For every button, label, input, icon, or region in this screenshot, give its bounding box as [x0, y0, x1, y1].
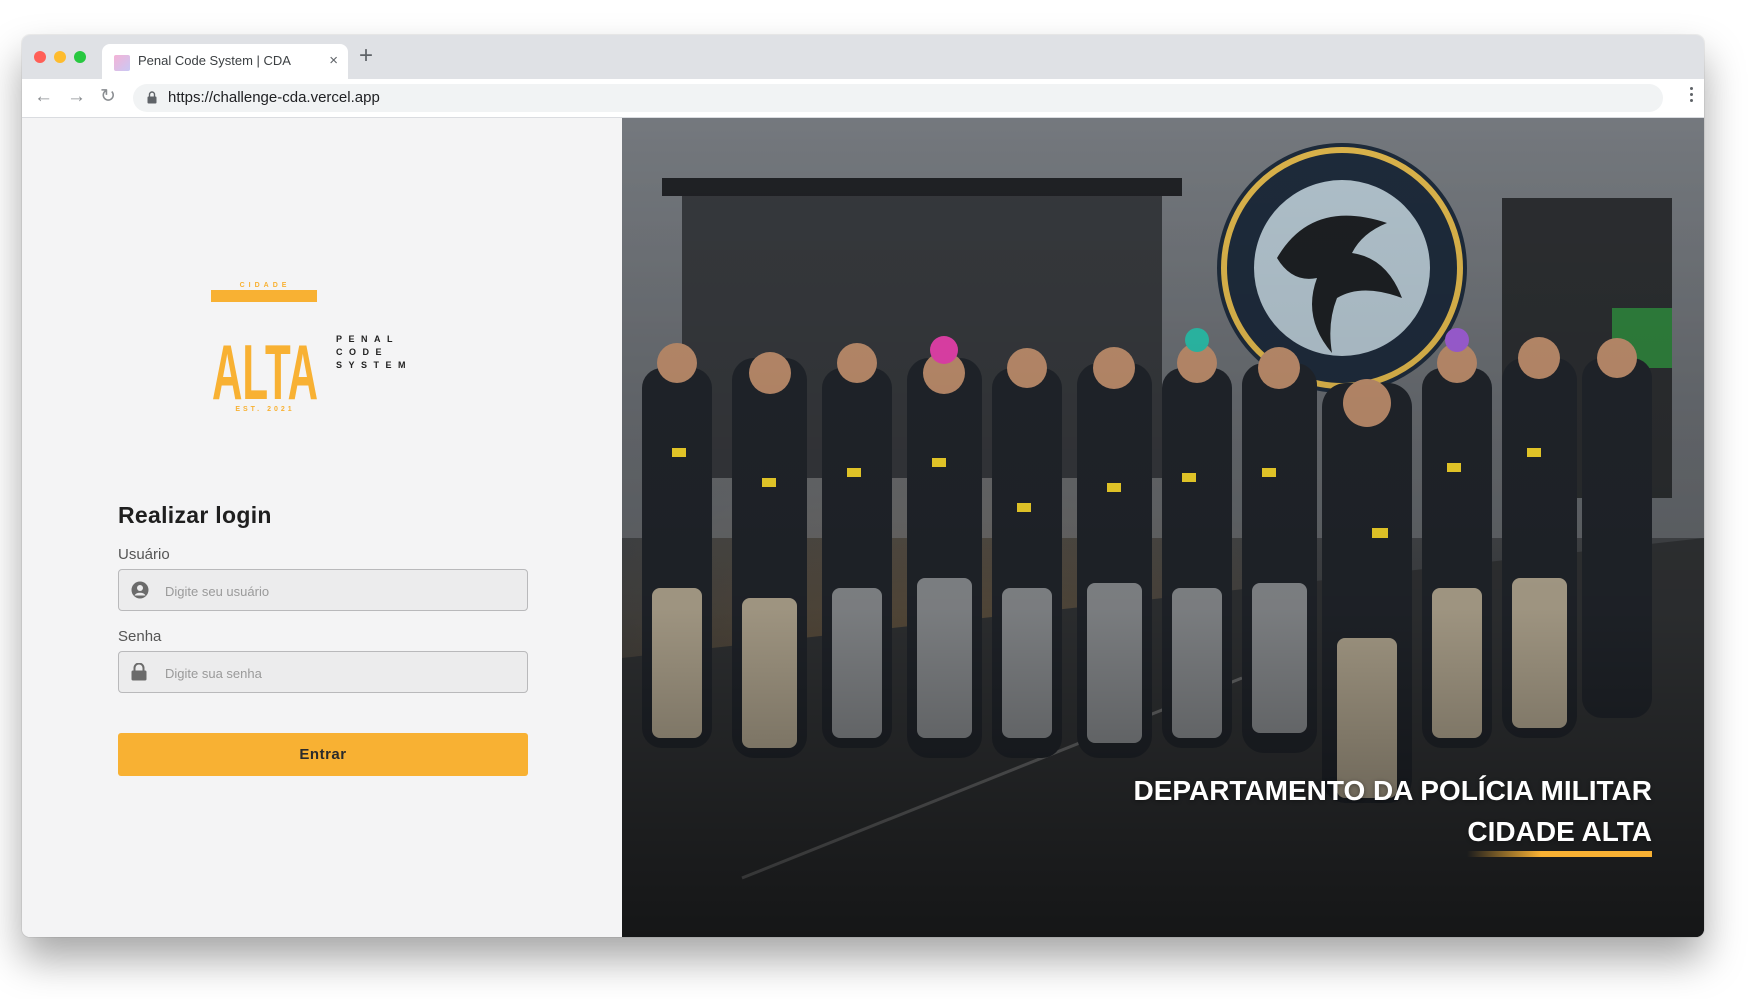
username-field[interactable] [118, 569, 528, 612]
logo-side-text: PENAL CODE SYSTEM [336, 334, 412, 370]
back-arrow-icon[interactable]: ← [34, 85, 53, 109]
new-tab-button[interactable]: + [359, 43, 373, 69]
close-window-button[interactable] [34, 51, 46, 63]
user-icon [131, 581, 149, 599]
browser-window: Penal Code System | CDA × + ← → ↻ https:… [22, 35, 1704, 937]
kebab-menu-icon[interactable] [1690, 87, 1694, 105]
browser-toolbar: ← → ↻ https://challenge-cda.vercel.app [22, 79, 1704, 118]
lock-icon [147, 91, 157, 104]
password-field[interactable] [118, 651, 528, 694]
address-bar[interactable]: https://challenge-cda.vercel.app [133, 84, 1663, 112]
lock-icon [131, 663, 147, 681]
logo-top-text: CIDADE [240, 282, 291, 289]
login-title: Realizar login [118, 502, 272, 528]
hero-image: DEPARTAMENTO DA POLÍCIA MILITAR CIDADE A… [622, 118, 1704, 937]
police-formation-illustration [622, 118, 1704, 937]
password-label: Senha [118, 628, 162, 645]
favicon-icon [114, 55, 130, 71]
username-input[interactable] [163, 570, 517, 612]
url-text: https://challenge-cda.vercel.app [168, 89, 380, 106]
reload-icon[interactable]: ↻ [100, 85, 116, 109]
password-input[interactable] [163, 652, 517, 694]
username-label: Usuário [118, 546, 170, 563]
tab-close-icon[interactable]: × [329, 52, 338, 69]
login-button[interactable]: Entrar [118, 733, 528, 776]
tab-bar: Penal Code System | CDA × + [22, 35, 1704, 79]
hero-title-line2: CIDADE ALTA [1467, 816, 1652, 847]
maximize-window-button[interactable] [74, 51, 86, 63]
tab-title: Penal Code System | CDA [138, 53, 291, 68]
cidade-alta-logo: CIDADE ALTA EST. 2021 PENAL CODE SYSTEM [211, 282, 412, 416]
logo-bottom-text: EST. 2021 [235, 406, 294, 413]
login-panel: CIDADE ALTA EST. 2021 PENAL CODE SYSTEM … [22, 118, 622, 937]
logo-main-text: ALTA [212, 328, 318, 416]
hero-title-line1: DEPARTAMENTO DA POLÍCIA MILITAR [1133, 775, 1653, 806]
page-content: CIDADE ALTA EST. 2021 PENAL CODE SYSTEM … [22, 118, 1704, 937]
browser-tab[interactable]: Penal Code System | CDA × [102, 44, 348, 79]
hero-title-underline [1467, 851, 1652, 857]
minimize-window-button[interactable] [54, 51, 66, 63]
forward-arrow-icon[interactable]: → [67, 85, 86, 109]
